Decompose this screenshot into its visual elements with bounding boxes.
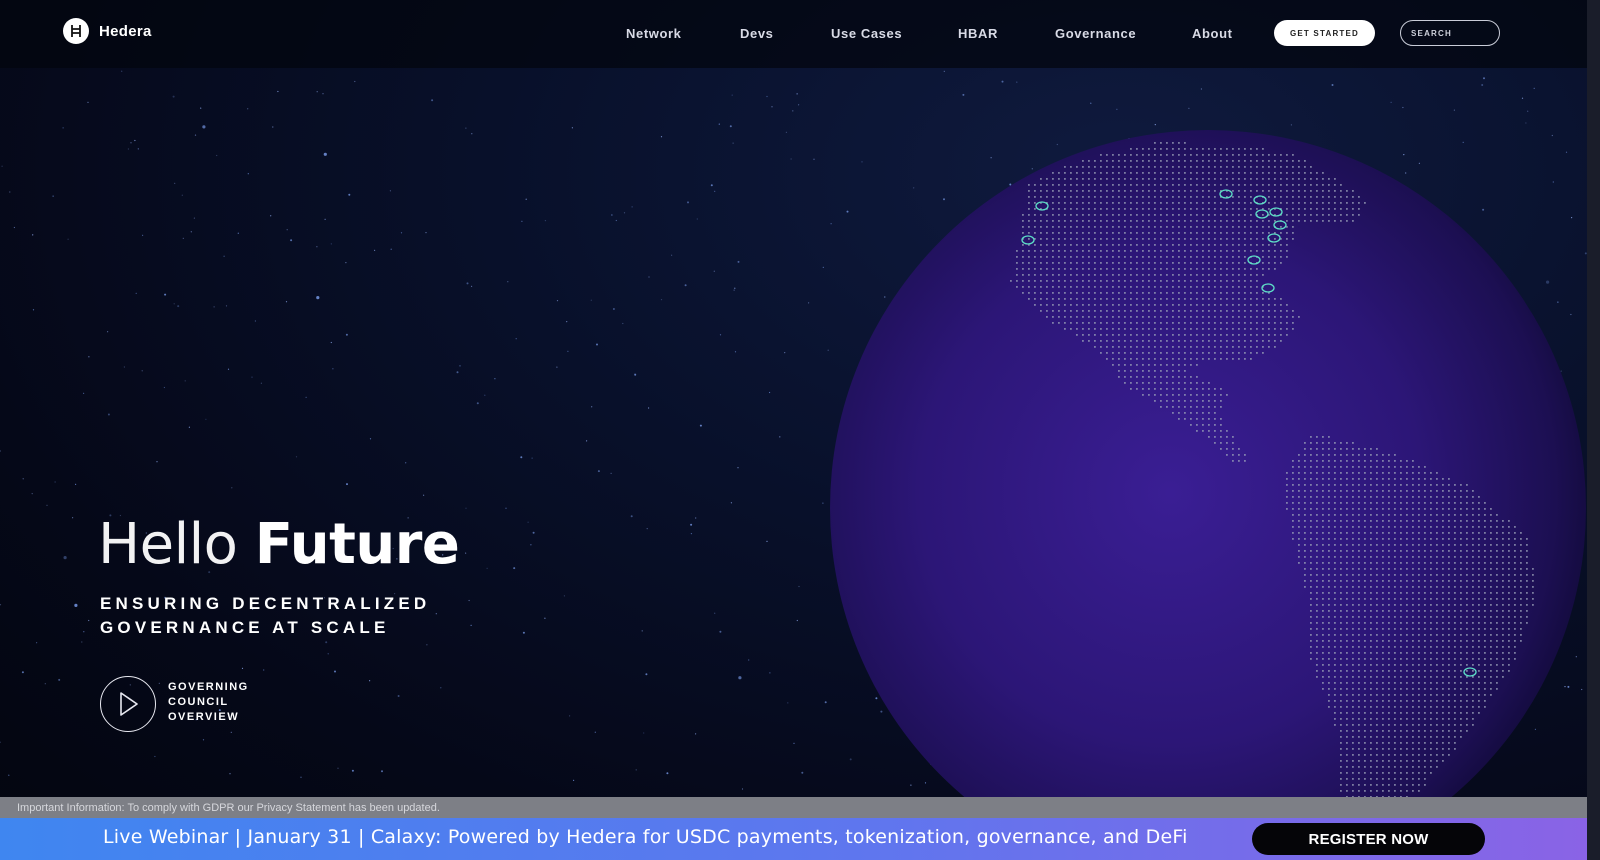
nav-item-use-cases[interactable]: Use Cases <box>831 26 902 41</box>
page: Hedera Network Devs Use Cases HBAR Gover… <box>0 0 1600 860</box>
nav-item-about[interactable]: About <box>1192 26 1233 41</box>
hero-subtitle: ENSURING DECENTRALIZED GOVERNANCE AT SCA… <box>100 592 430 640</box>
hero-subtitle-line1: ENSURING DECENTRALIZED <box>100 594 431 613</box>
nav-item-governance[interactable]: Governance <box>1055 26 1136 41</box>
hero-title: Hello Future <box>98 512 460 577</box>
register-now-button[interactable]: REGISTER NOW <box>1252 823 1485 855</box>
hero-subtitle-line2: GOVERNANCE AT SCALE <box>100 618 390 637</box>
webinar-text: Live Webinar | January 31 | Calaxy: Powe… <box>103 826 1188 848</box>
play-video-button[interactable] <box>100 676 156 732</box>
search-input[interactable] <box>1400 20 1500 46</box>
nav-item-network[interactable]: Network <box>626 26 682 41</box>
webinar-banner: Live Webinar | January 31 | Calaxy: Powe… <box>0 818 1587 860</box>
hedera-logo-icon <box>63 18 89 44</box>
hero-title-bold: Future <box>254 512 460 577</box>
nav-item-devs[interactable]: Devs <box>740 26 773 41</box>
brand-name: Hedera <box>99 22 152 40</box>
video-label-line2: COUNCIL <box>168 696 229 708</box>
play-icon <box>120 692 138 716</box>
get-started-button[interactable]: GET STARTED <box>1274 20 1375 46</box>
brand-logo[interactable]: Hedera <box>63 18 152 44</box>
video-label-line1: GOVERNING <box>168 681 249 693</box>
site-header: Hedera Network Devs Use Cases HBAR Gover… <box>0 0 1600 68</box>
scrollbar[interactable] <box>1587 0 1600 860</box>
globe-visual <box>830 130 1586 860</box>
globe-svg <box>830 130 1586 860</box>
video-label[interactable]: GOVERNING COUNCIL OVERVIEW <box>168 680 249 725</box>
video-label-line3: OVERVIEW <box>168 711 240 723</box>
hero-title-light: Hello <box>98 512 238 577</box>
nav-item-hbar[interactable]: HBAR <box>958 26 998 41</box>
gdpr-notice: Important Information: To comply with GD… <box>0 797 1600 819</box>
